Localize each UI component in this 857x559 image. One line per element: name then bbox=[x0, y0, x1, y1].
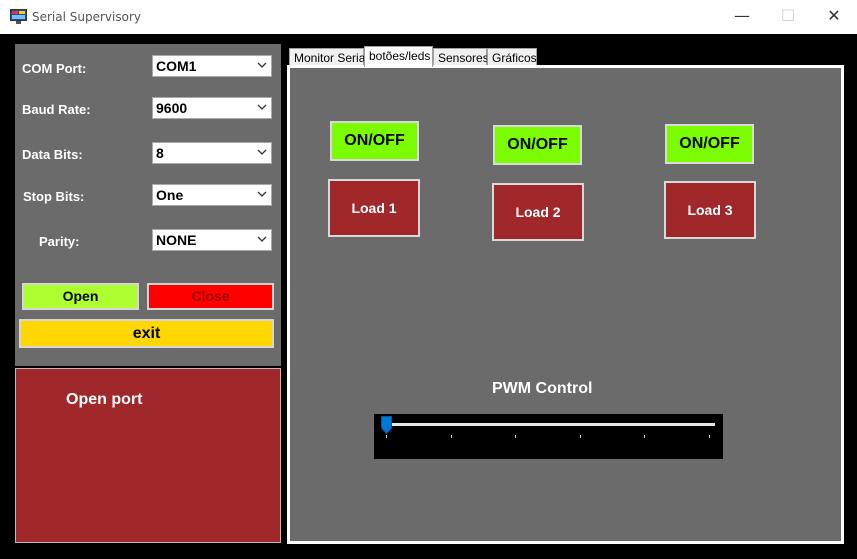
parity-label: Parity: bbox=[39, 234, 80, 249]
pwm-control-label: PWM Control bbox=[492, 380, 593, 397]
slider-tick bbox=[579, 435, 581, 438]
com-port-select[interactable]: COM1 bbox=[152, 55, 272, 77]
chevron-down-icon bbox=[257, 104, 267, 110]
status-text: Open port bbox=[66, 391, 143, 408]
close-window-button[interactable]: ✕ bbox=[811, 0, 857, 32]
load-1-indicator[interactable]: Load 1 bbox=[328, 179, 420, 237]
chevron-down-icon bbox=[257, 62, 267, 68]
window-title: Serial Supervisory bbox=[32, 10, 141, 24]
slider-tick bbox=[450, 435, 452, 438]
data-bits-select[interactable]: 8 bbox=[152, 142, 272, 164]
slider-tick bbox=[386, 435, 387, 438]
data-bits-label: Data Bits: bbox=[22, 147, 83, 162]
data-bits-value: 8 bbox=[156, 145, 164, 161]
maximize-button[interactable]: ☐ bbox=[765, 0, 811, 32]
stop-bits-select[interactable]: One bbox=[152, 184, 272, 206]
tab-monitor-serial[interactable]: Monitor Serial bbox=[289, 48, 368, 66]
tab-sensores[interactable]: Sensores bbox=[433, 48, 489, 66]
slider-tick bbox=[515, 435, 517, 438]
stop-bits-label: Stop Bits: bbox=[23, 189, 85, 204]
com-port-value: COM1 bbox=[156, 58, 197, 74]
baud-rate-value: 9600 bbox=[156, 100, 188, 116]
load-3-indicator[interactable]: Load 3 bbox=[664, 181, 756, 239]
parity-select[interactable]: NONE bbox=[152, 229, 272, 251]
pwm-slider[interactable] bbox=[374, 414, 723, 459]
load-2-indicator[interactable]: Load 2 bbox=[492, 183, 584, 241]
minimize-button[interactable]: — bbox=[719, 0, 765, 32]
monitor-app-icon bbox=[10, 9, 27, 24]
load-1-toggle-button[interactable]: ON/OFF bbox=[330, 121, 419, 161]
load-2-toggle-button[interactable]: ON/OFF bbox=[493, 125, 582, 165]
load-3-toggle-button[interactable]: ON/OFF bbox=[665, 124, 754, 164]
close-port-button[interactable]: Close bbox=[147, 283, 274, 310]
com-port-label: COM Port: bbox=[22, 61, 87, 76]
baud-rate-select[interactable]: 9600 bbox=[152, 97, 272, 119]
tab-page-botoes-leds: ON/OFF Load 1 ON/OFF Load 2 ON/OFF Load … bbox=[287, 65, 844, 544]
slider-tick bbox=[709, 435, 710, 438]
chevron-down-icon bbox=[257, 236, 267, 242]
status-panel: Open port bbox=[15, 368, 281, 543]
slider-track[interactable] bbox=[386, 423, 715, 426]
window-client-area: COM Port: COM1 Baud Rate: 9600 Data Bits… bbox=[0, 34, 857, 559]
slider-thumb[interactable] bbox=[381, 416, 392, 434]
exit-button[interactable]: exit bbox=[19, 319, 274, 348]
chevron-down-icon bbox=[257, 149, 267, 155]
stop-bits-value: One bbox=[156, 187, 184, 203]
tab-botoes-leds[interactable]: botões/leds bbox=[364, 46, 433, 67]
chevron-down-icon bbox=[257, 191, 267, 197]
connection-settings-panel: COM Port: COM1 Baud Rate: 9600 Data Bits… bbox=[15, 44, 281, 366]
title-bar: Serial Supervisory — ☐ ✕ bbox=[0, 0, 857, 34]
open-port-button[interactable]: Open bbox=[22, 283, 139, 310]
slider-tick bbox=[644, 435, 646, 438]
tab-graficos[interactable]: Gráficos bbox=[487, 48, 537, 66]
parity-value: NONE bbox=[156, 232, 197, 248]
baud-rate-label: Baud Rate: bbox=[22, 102, 91, 117]
